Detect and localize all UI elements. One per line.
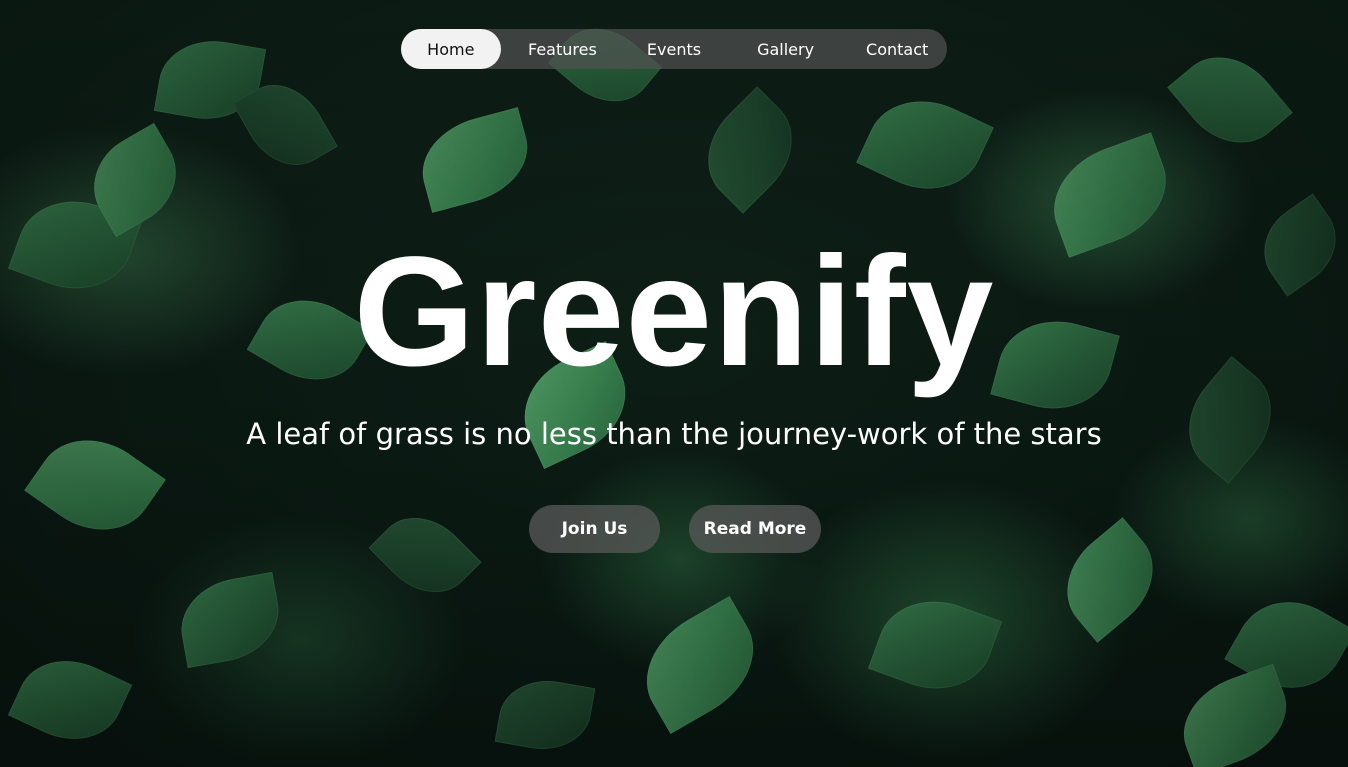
hero-tagline: A leaf of grass is no less than the jour… (246, 417, 1102, 451)
hero-section: Home Features Events Gallery Contact Gre… (0, 0, 1348, 767)
nav-item-events[interactable]: Events (624, 29, 724, 69)
main-nav: Home Features Events Gallery Contact (401, 29, 947, 69)
nav-item-features[interactable]: Features (513, 29, 613, 69)
join-us-button[interactable]: Join Us (529, 505, 660, 553)
hero-title: Greenify (353, 225, 995, 399)
read-more-button[interactable]: Read More (689, 505, 821, 553)
nav-item-home[interactable]: Home (401, 29, 501, 69)
nav-item-contact[interactable]: Contact (847, 29, 947, 69)
nav-item-gallery[interactable]: Gallery (736, 29, 836, 69)
